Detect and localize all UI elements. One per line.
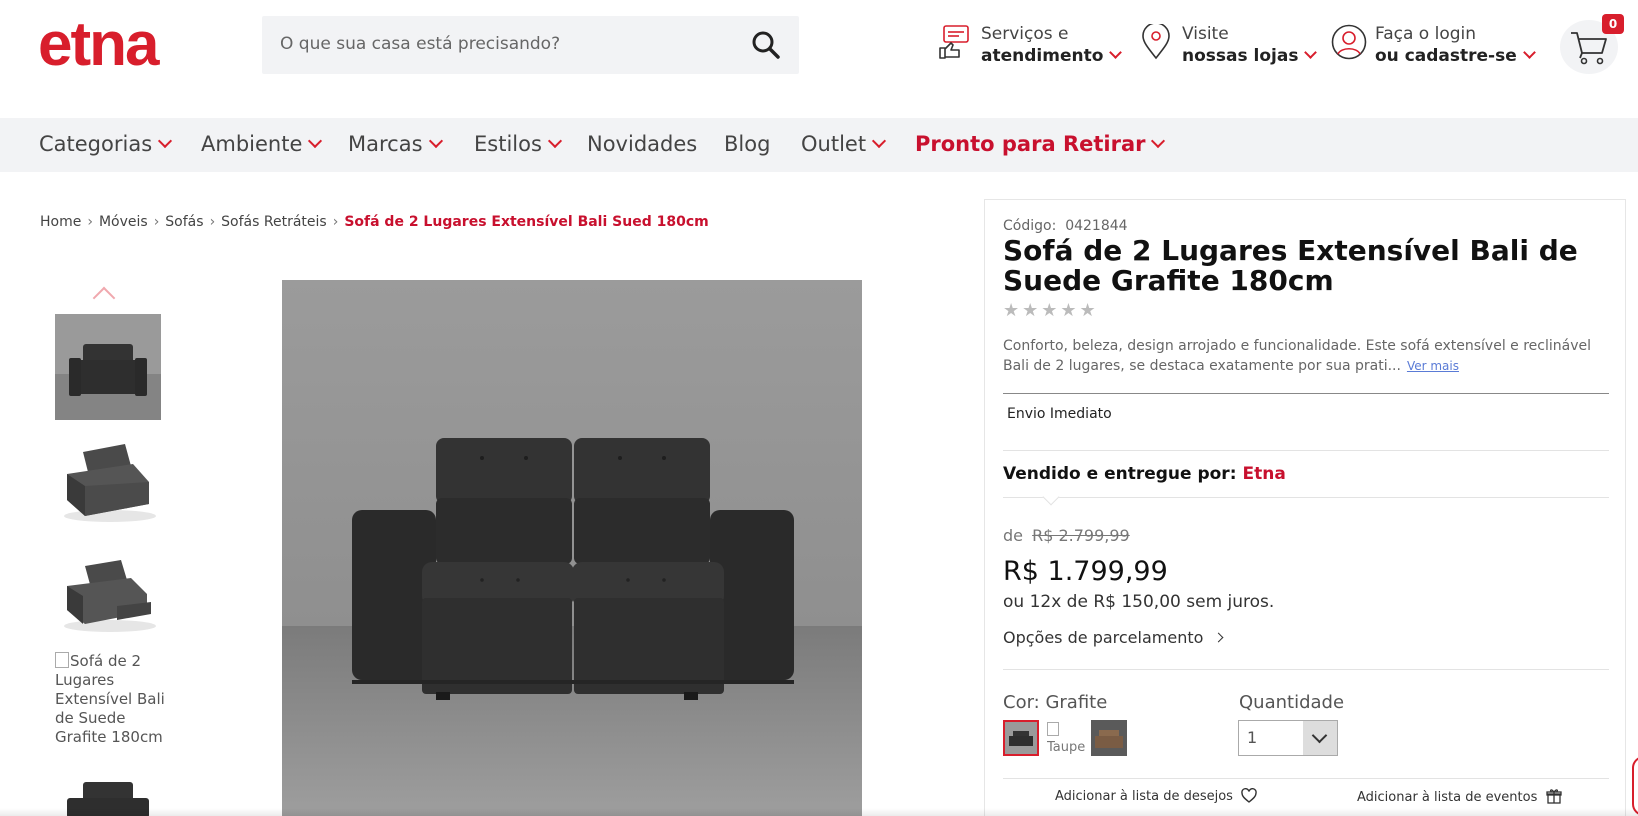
chevron-down-icon <box>1109 46 1123 59</box>
bottom-shadow <box>0 808 1638 816</box>
login-line2: ou cadastre-se <box>1375 46 1536 66</box>
services-line2: atendimento <box>981 46 1123 66</box>
add-to-events-button[interactable]: Adicionar à lista de eventos <box>1357 788 1562 805</box>
breadcrumb-separator: › <box>87 214 93 230</box>
main-product-image[interactable] <box>282 280 862 816</box>
quantity-value: 1 <box>1247 728 1258 747</box>
quantity-label: Quantidade <box>1239 692 1345 713</box>
divider <box>1003 778 1609 779</box>
chevron-down-icon <box>158 133 173 149</box>
login-line1: Faça o login <box>1375 24 1477 44</box>
quantity-select[interactable]: 1 <box>1238 720 1338 756</box>
breadcrumb-separator: › <box>153 214 160 230</box>
login-menu[interactable]: Faça o login ou cadastre-se <box>1331 22 1541 72</box>
nav-blog[interactable]: Blog <box>724 132 770 156</box>
sofa-front-image <box>55 314 161 420</box>
broken-image-icon <box>55 652 69 668</box>
divider-notch <box>1042 488 1060 506</box>
see-more-link[interactable]: Ver mais <box>1407 359 1459 373</box>
chevron-down-icon <box>428 133 443 149</box>
swatch-alt-text: Taupe <box>1047 740 1086 755</box>
search-icon[interactable] <box>751 30 781 60</box>
sofa-angle-image <box>64 444 156 522</box>
thumbnail-2[interactable] <box>55 430 161 536</box>
chevron-down-icon <box>1151 133 1166 149</box>
chevron-down-icon[interactable] <box>1303 721 1337 755</box>
floating-side-tab[interactable] <box>1632 756 1638 816</box>
brown-sofa-swatch <box>1091 720 1127 756</box>
heart-icon <box>1241 788 1257 803</box>
divider <box>1003 497 1609 498</box>
nav-ambiente[interactable]: Ambiente <box>201 132 323 156</box>
breadcrumb-separator: › <box>209 214 216 230</box>
main-nav: Categorias Ambiente Marcas Estilos Novid… <box>0 118 1638 172</box>
sold-by: Vendido e entregue por: Etna <box>1003 464 1286 484</box>
breadcrumb: Home › Móveis › Sofás › Sofás Retráteis › Sofá d… <box>40 214 709 230</box>
cart-icon <box>1571 32 1607 65</box>
product-info-panel: Código: 0421844 Sofá de 2 Lugares Extens… <box>984 199 1626 816</box>
installment-options-link[interactable]: Opções de parcelamento <box>1003 628 1224 647</box>
breadcrumb-current: Sofá de 2 Lugares Extensível Bali Sued 1… <box>344 214 709 230</box>
site-header: etna O que sua casa está precisando? Ser… <box>0 0 1638 118</box>
installments-info: ou 12x de R$ 150,00 sem juros. <box>1003 592 1275 612</box>
stores-line1: Visite <box>1182 24 1229 44</box>
search-input[interactable]: O que sua casa está precisando? <box>280 34 560 54</box>
breadcrumb-separator: › <box>332 214 339 230</box>
divider <box>1003 669 1609 670</box>
chevron-down-icon <box>871 133 887 149</box>
chevron-down-icon <box>547 133 562 149</box>
product-title: Sofá de 2 Lugares Extensível Bali de Sue… <box>1003 234 1578 297</box>
breadcrumb-sofas-retrateis[interactable]: Sofás Retráteis <box>221 214 327 230</box>
product-code: Código: 0421844 <box>1003 218 1128 234</box>
divider <box>1003 393 1609 394</box>
add-to-wishlist-button[interactable]: Adicionar à lista de desejos <box>1055 788 1257 804</box>
seller-name[interactable]: Etna <box>1243 464 1286 484</box>
chevron-down-icon <box>1304 46 1318 59</box>
gift-icon <box>1545 789 1562 804</box>
nav-pronto-para-retirar[interactable]: Pronto para Retirar <box>915 132 1166 156</box>
product-description: Conforto, beleza, design arrojado e func… <box>1003 338 1592 374</box>
customer-service-icon <box>939 25 969 59</box>
stores-line2: nossas lojas <box>1182 46 1318 66</box>
color-label: Cor: Grafite <box>1003 692 1108 713</box>
search-bar[interactable]: O que sua casa está precisando? <box>262 16 799 74</box>
sofa-reclined-image <box>64 560 156 632</box>
nav-outlet[interactable]: Outlet <box>801 132 887 156</box>
nav-estilos[interactable]: Estilos <box>474 132 562 156</box>
etna-logo[interactable]: etna <box>38 14 159 76</box>
broken-image-icon <box>1047 722 1059 736</box>
location-pin-icon <box>1142 24 1170 60</box>
chevron-right-icon <box>1213 632 1224 643</box>
chevron-down-icon <box>308 133 323 149</box>
thumbnail-alt-text: Sofá de 2 Lugares Extensível Bali de Sue… <box>55 652 165 746</box>
old-price: de R$ 2.799,99 <box>1003 526 1130 545</box>
chevron-down-icon <box>1522 46 1536 59</box>
nav-categorias[interactable]: Categorias <box>39 132 173 156</box>
current-price: R$ 1.799,99 <box>1003 556 1168 587</box>
grafite-sofa-swatch <box>1005 722 1037 754</box>
breadcrumb-sofas[interactable]: Sofás <box>165 214 203 230</box>
color-swatch-taupe[interactable]: Taupe <box>1047 722 1089 758</box>
color-swatch-grafite[interactable] <box>1003 720 1039 756</box>
thumbnail-3[interactable] <box>55 548 161 654</box>
color-swatch-brown[interactable] <box>1091 720 1127 756</box>
breadcrumb-home[interactable]: Home <box>40 214 81 230</box>
thumbnail-up-arrow-icon[interactable] <box>92 286 116 310</box>
breadcrumb-moveis[interactable]: Móveis <box>99 214 148 230</box>
rating-stars[interactable]: ★★★★★ <box>1003 300 1099 321</box>
shipping-info: Envio Imediato <box>1007 406 1112 422</box>
services-line1: Serviços e <box>981 24 1069 44</box>
stores-menu[interactable]: Visite nossas lojas <box>1138 22 1318 72</box>
sofa-main-image <box>282 280 862 816</box>
nav-novidades[interactable]: Novidades <box>587 132 697 156</box>
cart-count-badge: 0 <box>1602 14 1624 34</box>
nav-marcas[interactable]: Marcas <box>348 132 443 156</box>
divider <box>1003 450 1609 451</box>
thumbnail-1[interactable] <box>55 314 161 420</box>
services-menu[interactable]: Serviços e atendimento <box>937 22 1123 72</box>
user-icon <box>1331 24 1367 60</box>
thumbnail-4-broken[interactable]: Sofá de 2 Lugares Extensível Bali de Sue… <box>55 652 165 747</box>
